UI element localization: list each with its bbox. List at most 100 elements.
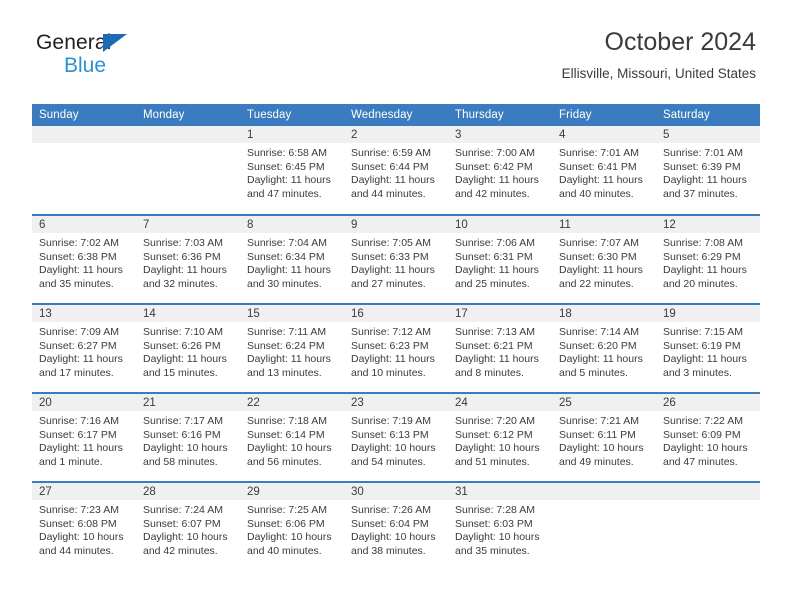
day-number: 4 [552,126,656,143]
daylight-text-line1: Daylight: 11 hours [39,353,123,366]
daylight-text-line1: Daylight: 10 hours [351,442,436,455]
sunrise-text: Sunrise: 7:23 AM [39,504,119,516]
sunset-text: Sunset: 6:39 PM [663,160,741,173]
calendar-day-cell[interactable]: 18 Sunrise: 7:14 AM Sunset: 6:20 PM Dayligh… [552,303,656,393]
daylight-text-line1: Daylight: 11 hours [663,264,747,277]
day-details: Sunrise: 7:05 AM Sunset: 6:33 PM Daylight:… [344,233,448,291]
daylight-text-line2: and 35 minutes. [455,544,530,557]
sunrise-text: Sunrise: 7:17 AM [143,415,223,427]
calendar-day-cell[interactable]: 8 Sunrise: 7:04 AM Sunset: 6:34 PM Daylight… [240,214,344,304]
calendar-day-cell[interactable]: 9 Sunrise: 7:05 AM Sunset: 6:33 PM Daylight… [344,214,448,304]
calendar-day-cell[interactable]: 23 Sunrise: 7:19 AM Sunset: 6:13 PM Dayligh… [344,392,448,482]
day-details: Sunrise: 7:28 AM Sunset: 6:03 PM Daylight:… [448,500,552,558]
daylight-text-line2: and 54 minutes. [351,455,426,468]
calendar-day-cell[interactable]: 31 Sunrise: 7:28 AM Sunset: 6:03 PM Dayligh… [448,481,552,571]
daylight-text-line1: Daylight: 11 hours [247,174,331,187]
day-number: 31 [448,483,552,500]
daylight-text-line2: and 47 minutes. [663,455,738,468]
calendar-day-cell[interactable]: 5 Sunrise: 7:01 AM Sunset: 6:39 PM Daylight… [656,126,760,215]
sunrise-text: Sunrise: 7:05 AM [351,237,431,249]
logo-text-general: General [36,31,112,54]
sunset-text: Sunset: 6:31 PM [455,250,533,263]
daylight-text-line2: and 58 minutes. [143,455,218,468]
calendar-day-cell[interactable]: 19 Sunrise: 7:15 AM Sunset: 6:19 PM Dayligh… [656,303,760,393]
calendar-day-cell[interactable]: 4 Sunrise: 7:01 AM Sunset: 6:41 PM Daylight… [552,126,656,215]
calendar-day-cell[interactable]: 14 Sunrise: 7:10 AM Sunset: 6:26 PM Dayligh… [136,303,240,393]
daylight-text-line1: Daylight: 11 hours [247,353,331,366]
daylight-text-line1: Daylight: 11 hours [663,174,747,187]
page-header: General Blue October 2024 Ellisville, Mi… [0,0,792,81]
day-number: 22 [240,394,344,411]
day-number: 15 [240,305,344,322]
daylight-text-line2: and 8 minutes. [455,366,524,379]
day-number: 8 [240,216,344,233]
calendar-day-cell[interactable]: 10 Sunrise: 7:06 AM Sunset: 6:31 PM Dayligh… [448,214,552,304]
day-details: Sunrise: 7:15 AM Sunset: 6:19 PM Daylight:… [656,322,760,380]
sunrise-text: Sunrise: 6:59 AM [351,147,431,159]
calendar-day-cell[interactable]: 26 Sunrise: 7:22 AM Sunset: 6:09 PM Dayligh… [656,392,760,482]
calendar-day-cell[interactable]: 11 Sunrise: 7:07 AM Sunset: 6:30 PM Dayligh… [552,214,656,304]
calendar-day-cell[interactable]: 12 Sunrise: 7:08 AM Sunset: 6:29 PM Dayligh… [656,214,760,304]
daylight-text-line2: and 22 minutes. [559,277,634,290]
day-details: Sunrise: 7:22 AM Sunset: 6:09 PM Daylight:… [656,411,760,469]
daylight-text-line1: Daylight: 11 hours [559,264,643,277]
sunset-text: Sunset: 6:44 PM [351,160,429,173]
day-number: 7 [136,216,240,233]
day-details: Sunrise: 7:10 AM Sunset: 6:26 PM Daylight:… [136,322,240,380]
sunset-text: Sunset: 6:06 PM [247,517,325,530]
daylight-text-line1: Daylight: 11 hours [455,264,539,277]
location-subtitle: Ellisville, Missouri, United States [561,65,756,81]
calendar-day-cell[interactable]: 25 Sunrise: 7:21 AM Sunset: 6:11 PM Dayligh… [552,392,656,482]
calendar-day-cell[interactable]: 15 Sunrise: 7:11 AM Sunset: 6:24 PM Dayligh… [240,303,344,393]
day-number: 28 [136,483,240,500]
calendar-day-cell[interactable]: 22 Sunrise: 7:18 AM Sunset: 6:14 PM Dayligh… [240,392,344,482]
weekday-header-thursday: Thursday [448,104,552,126]
calendar-day-cell[interactable]: 21 Sunrise: 7:17 AM Sunset: 6:16 PM Dayligh… [136,392,240,482]
title-block: October 2024 Ellisville, Missouri, Unite… [562,28,756,81]
calendar-day-cell[interactable]: 13 Sunrise: 7:09 AM Sunset: 6:27 PM Dayligh… [32,303,136,393]
daylight-text-line1: Daylight: 11 hours [39,442,123,455]
calendar-day-cell[interactable]: 24 Sunrise: 7:20 AM Sunset: 6:12 PM Dayligh… [448,392,552,482]
daylight-text-line2: and 37 minutes. [663,187,738,200]
daylight-text-line1: Daylight: 10 hours [39,531,124,544]
sunrise-text: Sunrise: 7:04 AM [247,237,327,249]
daylight-text-line1: Daylight: 10 hours [351,531,436,544]
calendar-day-cell[interactable]: 27 Sunrise: 7:23 AM Sunset: 6:08 PM Dayligh… [32,481,136,571]
daylight-text-line2: and 44 minutes. [39,544,114,557]
calendar-day-cell[interactable]: 2 Sunrise: 6:59 AM Sunset: 6:44 PM Daylight… [344,126,448,215]
daylight-text-line2: and 30 minutes. [247,277,322,290]
calendar-day-cell[interactable]: 1 Sunrise: 6:58 AM Sunset: 6:45 PM Daylight… [240,126,344,215]
sunrise-text: Sunrise: 7:14 AM [559,326,639,338]
sunset-text: Sunset: 6:19 PM [663,339,741,352]
day-number: 1 [240,126,344,143]
daylight-text-line1: Daylight: 11 hours [663,353,747,366]
day-details: Sunrise: 7:20 AM Sunset: 6:12 PM Daylight:… [448,411,552,469]
calendar-day-cell[interactable]: 16 Sunrise: 7:12 AM Sunset: 6:23 PM Dayligh… [344,303,448,393]
calendar-day-cell[interactable]: 6 Sunrise: 7:02 AM Sunset: 6:38 PM Daylight… [32,214,136,304]
calendar-day-cell[interactable]: 28 Sunrise: 7:24 AM Sunset: 6:07 PM Dayligh… [136,481,240,571]
daylight-text-line1: Daylight: 10 hours [663,442,748,455]
day-number: 17 [448,305,552,322]
calendar-table: Sunday Monday Tuesday Wednesday Thursday… [32,104,760,571]
calendar-day-cell[interactable]: 7 Sunrise: 7:03 AM Sunset: 6:36 PM Daylight… [136,214,240,304]
calendar-day-cell[interactable]: 20 Sunrise: 7:16 AM Sunset: 6:17 PM Dayligh… [32,392,136,482]
day-details: Sunrise: 7:11 AM Sunset: 6:24 PM Daylight:… [240,322,344,380]
sunset-text: Sunset: 6:14 PM [247,428,325,441]
day-number [32,126,136,143]
calendar-day-cell[interactable]: 30 Sunrise: 7:26 AM Sunset: 6:04 PM Dayligh… [344,481,448,571]
daylight-text-line2: and 13 minutes. [247,366,322,379]
sunset-text: Sunset: 6:45 PM [247,160,325,173]
calendar-day-cell[interactable]: 17 Sunrise: 7:13 AM Sunset: 6:21 PM Dayligh… [448,303,552,393]
day-details: Sunrise: 7:09 AM Sunset: 6:27 PM Daylight:… [32,322,136,380]
calendar-day-cell[interactable]: 3 Sunrise: 7:00 AM Sunset: 6:42 PM Daylight… [448,126,552,215]
sunrise-text: Sunrise: 7:06 AM [455,237,535,249]
daylight-text-line1: Daylight: 11 hours [455,174,539,187]
sunset-text: Sunset: 6:09 PM [663,428,741,441]
sunrise-text: Sunrise: 7:19 AM [351,415,431,427]
calendar-week-row: 27 Sunrise: 7:23 AM Sunset: 6:08 PM Dayligh… [32,481,760,571]
day-number: 24 [448,394,552,411]
calendar-day-cell[interactable]: 29 Sunrise: 7:25 AM Sunset: 6:06 PM Dayligh… [240,481,344,571]
sunset-text: Sunset: 6:11 PM [559,428,636,441]
day-number [552,483,656,500]
day-details: Sunrise: 7:12 AM Sunset: 6:23 PM Daylight:… [344,322,448,380]
